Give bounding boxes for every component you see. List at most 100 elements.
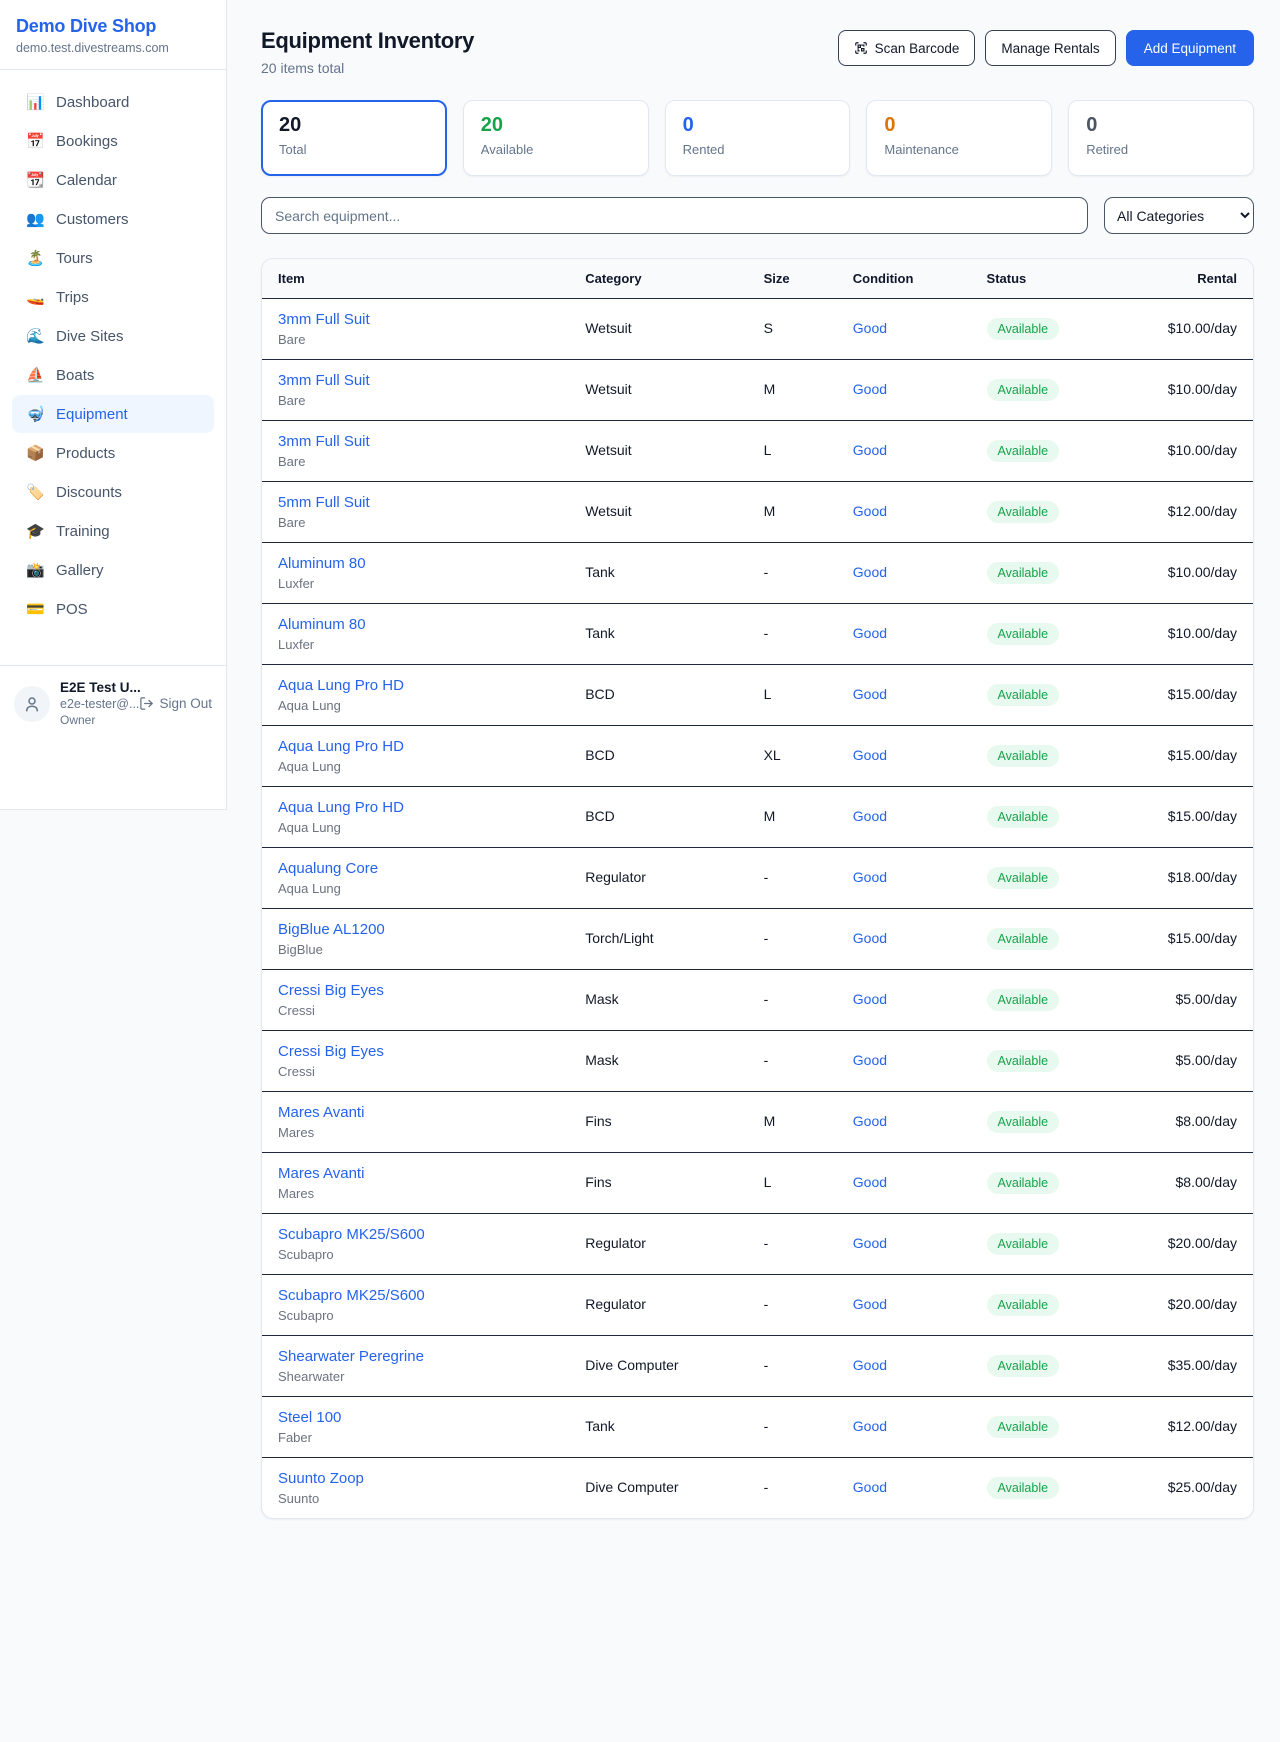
item-name-link[interactable]: 3mm Full Suit — [278, 311, 553, 328]
category-select[interactable]: All Categories — [1104, 197, 1254, 234]
condition-link[interactable]: Good — [853, 625, 887, 641]
item-name-link[interactable]: Cressi Big Eyes — [278, 982, 553, 999]
sidebar-item-label: Boats — [56, 367, 94, 384]
category-cell: Tank — [569, 604, 747, 665]
search-input[interactable] — [261, 197, 1088, 234]
status-cell: Available — [971, 1153, 1125, 1214]
rental-price: $8.00/day — [1176, 1113, 1238, 1129]
condition-link[interactable]: Good — [853, 1113, 887, 1129]
size-cell: - — [748, 970, 837, 1031]
condition-link[interactable]: Good — [853, 991, 887, 1007]
item-name-link[interactable]: Aqualung Core — [278, 860, 553, 877]
sidebar-item-dive-sites[interactable]: 🌊Dive Sites — [12, 317, 214, 355]
status-badge: Available — [987, 1294, 1060, 1316]
item-name-link[interactable]: BigBlue AL1200 — [278, 921, 553, 938]
table-row: Suunto ZoopSuuntoDive Computer-GoodAvail… — [262, 1458, 1253, 1519]
table-row: Aqua Lung Pro HDAqua LungBCDLGoodAvailab… — [262, 665, 1253, 726]
table-row: 3mm Full SuitBareWetsuitMGoodAvailable$1… — [262, 360, 1253, 421]
size-cell: S — [748, 299, 837, 360]
condition-link[interactable]: Good — [853, 1479, 887, 1495]
item-name-link[interactable]: Scubapro MK25/S600 — [278, 1226, 553, 1243]
condition-link[interactable]: Good — [853, 808, 887, 824]
condition-link[interactable]: Good — [853, 747, 887, 763]
sidebar-item-boats[interactable]: ⛵Boats — [12, 356, 214, 394]
category-value: Wetsuit — [585, 442, 631, 458]
item-name-link[interactable]: 3mm Full Suit — [278, 372, 553, 389]
condition-link[interactable]: Good — [853, 442, 887, 458]
status-cell: Available — [971, 1031, 1125, 1092]
stat-card-maintenance[interactable]: 0Maintenance — [866, 100, 1052, 176]
category-value: Mask — [585, 991, 618, 1007]
condition-link[interactable]: Good — [853, 1174, 887, 1190]
item-cell: Scubapro MK25/S600Scubapro — [262, 1214, 569, 1275]
scan-barcode-button[interactable]: Scan Barcode — [838, 30, 976, 66]
manage-rentals-button[interactable]: Manage Rentals — [985, 30, 1115, 66]
item-name-link[interactable]: Aluminum 80 — [278, 616, 553, 633]
sidebar-item-training[interactable]: 🎓Training — [12, 512, 214, 550]
item-name-link[interactable]: Aqua Lung Pro HD — [278, 799, 553, 816]
item-cell: 5mm Full SuitBare — [262, 482, 569, 543]
condition-link[interactable]: Good — [853, 1296, 887, 1312]
item-brand: BigBlue — [278, 942, 553, 957]
sidebar-item-tours[interactable]: 🏝️Tours — [12, 239, 214, 277]
condition-link[interactable]: Good — [853, 503, 887, 519]
status-badge: Available — [987, 1111, 1060, 1133]
category-value: Regulator — [585, 869, 646, 885]
status-cell: Available — [971, 604, 1125, 665]
condition-link[interactable]: Good — [853, 686, 887, 702]
item-name-link[interactable]: Aqua Lung Pro HD — [278, 738, 553, 755]
sidebar-item-products[interactable]: 📦Products — [12, 434, 214, 472]
sidebar-item-trips[interactable]: 🚤Trips — [12, 278, 214, 316]
sidebar-item-customers[interactable]: 👥Customers — [12, 200, 214, 238]
category-value: Torch/Light — [585, 930, 653, 946]
item-name-link[interactable]: Cressi Big Eyes — [278, 1043, 553, 1060]
status-cell: Available — [971, 970, 1125, 1031]
sidebar-item-pos[interactable]: 💳POS — [12, 590, 214, 628]
item-name-link[interactable]: Scubapro MK25/S600 — [278, 1287, 553, 1304]
equipment-table: ItemCategorySizeConditionStatusRental 3m… — [262, 259, 1253, 1518]
stat-card-retired[interactable]: 0Retired — [1068, 100, 1254, 176]
item-name-link[interactable]: Aluminum 80 — [278, 555, 553, 572]
category-cell: BCD — [569, 665, 747, 726]
item-name-link[interactable]: Steel 100 — [278, 1409, 553, 1426]
item-name-link[interactable]: 3mm Full Suit — [278, 433, 553, 450]
sidebar-item-label: Dashboard — [56, 94, 129, 111]
item-brand: Faber — [278, 1430, 553, 1445]
add-equipment-button[interactable]: Add Equipment — [1126, 30, 1254, 66]
condition-link[interactable]: Good — [853, 1052, 887, 1068]
size-value: XL — [764, 747, 781, 763]
sidebar-item-equipment[interactable]: 🤿Equipment — [12, 395, 214, 433]
item-name-link[interactable]: 5mm Full Suit — [278, 494, 553, 511]
condition-link[interactable]: Good — [853, 869, 887, 885]
condition-link[interactable]: Good — [853, 1357, 887, 1373]
size-value: S — [764, 320, 773, 336]
item-name-link[interactable]: Aqua Lung Pro HD — [278, 677, 553, 694]
sign-out-label: Sign Out — [159, 696, 212, 711]
condition-link[interactable]: Good — [853, 381, 887, 397]
category-value: Wetsuit — [585, 320, 631, 336]
sign-out-button[interactable]: Sign Out — [139, 696, 212, 711]
category-cell: BCD — [569, 726, 747, 787]
sidebar-item-dashboard[interactable]: 📊Dashboard — [12, 83, 214, 121]
status-badge: Available — [987, 684, 1060, 706]
condition-link[interactable]: Good — [853, 1418, 887, 1434]
sidebar-item-discounts[interactable]: 🏷️Discounts — [12, 473, 214, 511]
stat-card-rented[interactable]: 0Rented — [665, 100, 851, 176]
item-name-link[interactable]: Suunto Zoop — [278, 1470, 553, 1487]
item-name-link[interactable]: Mares Avanti — [278, 1165, 553, 1182]
condition-cell: Good — [837, 726, 971, 787]
item-name-link[interactable]: Mares Avanti — [278, 1104, 553, 1121]
sidebar-item-gallery[interactable]: 📸Gallery — [12, 551, 214, 589]
sidebar-item-bookings[interactable]: 📅Bookings — [12, 122, 214, 160]
condition-link[interactable]: Good — [853, 564, 887, 580]
brand-title[interactable]: Demo Dive Shop — [16, 16, 210, 37]
category-cell: Fins — [569, 1092, 747, 1153]
condition-link[interactable]: Good — [853, 1235, 887, 1251]
stat-card-total[interactable]: 20Total — [261, 100, 447, 176]
status-badge: Available — [987, 745, 1060, 767]
sidebar-item-calendar[interactable]: 📆Calendar — [12, 161, 214, 199]
stat-card-available[interactable]: 20Available — [463, 100, 649, 176]
item-name-link[interactable]: Shearwater Peregrine — [278, 1348, 553, 1365]
condition-link[interactable]: Good — [853, 320, 887, 336]
condition-link[interactable]: Good — [853, 930, 887, 946]
